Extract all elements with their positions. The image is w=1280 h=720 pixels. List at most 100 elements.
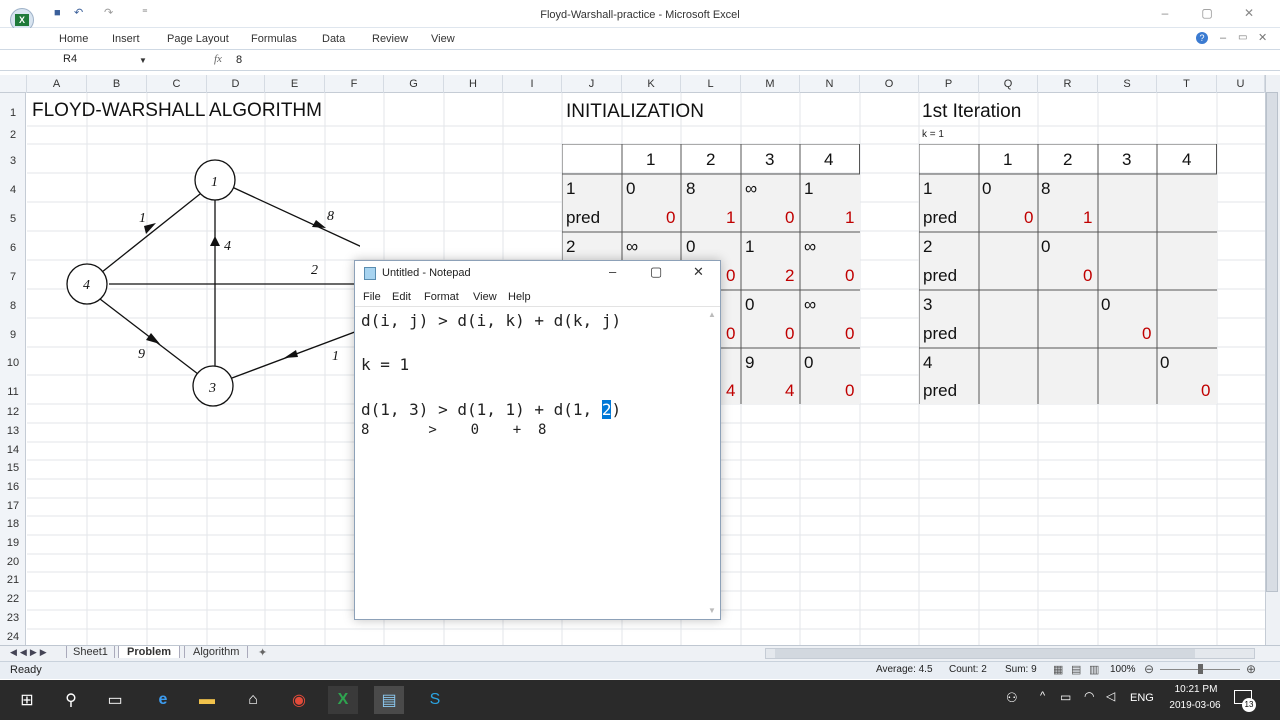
init-cell[interactable]: 0 [804,353,813,373]
col-header-c[interactable]: C [147,75,207,93]
iter-cell[interactable]: 0 [1101,295,1110,315]
init-pred-cell[interactable]: 0 [845,324,854,344]
row-header-14[interactable]: 14 [0,444,26,456]
init-col-header-3[interactable]: 3 [765,150,774,170]
row-header-1[interactable]: 1 [0,107,26,119]
init-pred-cell[interactable]: 1 [726,208,735,228]
row-header-22[interactable]: 22 [0,593,26,605]
formula-value[interactable]: 8 [236,54,242,66]
language-indicator[interactable]: ENG [1130,692,1154,704]
row-header-24[interactable]: 24 [0,631,26,643]
row-header-12[interactable]: 12 [0,406,26,418]
menu-format[interactable]: Format [424,291,459,303]
row-header-2[interactable]: 2 [0,129,26,141]
row-header-7[interactable]: 7 [0,271,26,283]
tab-data[interactable]: Data [322,33,345,45]
tray-up-icon[interactable]: ^ [1040,690,1045,702]
col-header-p[interactable]: P [919,75,979,93]
row-header-18[interactable]: 18 [0,518,26,530]
minimize-button[interactable]: – [1154,6,1176,22]
iter-cell-selected[interactable]: 8 [1041,179,1050,199]
zoom-out-icon[interactable]: ⊖ [1144,662,1154,676]
col-header-l[interactable]: L [681,75,741,93]
iteration-k-label[interactable]: k = 1 [922,129,944,140]
initialization-title[interactable]: INITIALIZATION [566,101,704,123]
tab-formulas[interactable]: Formulas [251,33,297,45]
file-explorer-icon[interactable]: ▬ [192,686,222,714]
row-header-8[interactable]: 8 [0,300,26,312]
sheet-tab-sheet1[interactable]: Sheet1 [66,646,115,658]
col-header-t[interactable]: T [1157,75,1217,93]
iter-row-label[interactable]: 3 [923,295,932,315]
row-header-15[interactable]: 15 [0,462,26,474]
iter-pred-cell[interactable]: 0 [1142,324,1151,344]
init-cell[interactable]: 0 [626,179,635,199]
fx-icon[interactable]: fx [214,53,222,65]
col-header-i[interactable]: I [503,75,562,93]
notepad-taskbar-icon[interactable]: ▤ [374,686,404,714]
iter-row-label[interactable]: 1 [923,179,932,199]
row-header-9[interactable]: 9 [0,329,26,341]
col-header-a[interactable]: A [27,75,87,93]
select-all-corner[interactable] [0,75,27,93]
col-header-h[interactable]: H [444,75,503,93]
windows-start-icon[interactable]: ⊞ [12,686,42,714]
init-cell[interactable]: 0 [686,237,695,257]
name-box[interactable]: R4 [8,53,148,68]
name-box-dropdown-icon[interactable]: ▼ [139,56,147,65]
iter-pred-cell[interactable]: 0 [1083,266,1092,286]
init-cell[interactable]: 1 [804,179,813,199]
menu-view[interactable]: View [473,291,497,303]
notepad-close-button[interactable]: ✕ [693,264,704,280]
menu-edit[interactable]: Edit [392,291,411,303]
col-header-j[interactable]: J [562,75,622,93]
row-header-20[interactable]: 20 [0,556,26,568]
init-pred-cell[interactable]: 0 [726,266,735,286]
col-header-f[interactable]: F [325,75,384,93]
row-header-6[interactable]: 6 [0,242,26,254]
init-col-header-1[interactable]: 1 [646,150,655,170]
iter-pred-cell[interactable]: 0 [1024,208,1033,228]
page-break-view-icon[interactable]: ▥ [1089,663,1099,676]
normal-view-icon[interactable]: ▦ [1053,663,1063,676]
zoom-slider-thumb[interactable] [1198,664,1203,674]
zoom-in-icon[interactable]: ⊕ [1246,662,1256,676]
edge-browser-icon[interactable]: e [148,686,178,714]
tab-view[interactable]: View [431,33,455,45]
row-header-21[interactable]: 21 [0,574,26,586]
init-cell[interactable]: 8 [686,179,695,199]
init-pred-cell[interactable]: 1 [845,208,854,228]
col-header-k[interactable]: K [622,75,681,93]
iter-col-header-1[interactable]: 1 [1003,150,1012,170]
notepad-maximize-button[interactable]: ▢ [650,264,662,280]
iter-pred-label[interactable]: pred [923,266,957,286]
people-icon[interactable]: ⚇ [1006,690,1018,706]
col-header-d[interactable]: D [207,75,265,93]
col-header-u[interactable]: U [1217,75,1265,93]
init-col-header-2[interactable]: 2 [706,150,715,170]
notepad-minimize-button[interactable]: – [609,264,616,279]
help-icon[interactable]: ? [1196,32,1208,44]
search-icon[interactable]: ⚲ [56,686,86,714]
sheet-nav-arrows-icon[interactable]: ◀◀▶▶ [10,647,50,658]
graph-diagram[interactable]: 1 4 3 1 8 4 2 9 1 [60,150,360,415]
init-pred-cell[interactable]: 2 [785,266,794,286]
tab-page-layout[interactable]: Page Layout [167,33,229,45]
iter-col-header-4[interactable]: 4 [1182,150,1191,170]
task-view-icon[interactable]: ▭ [100,686,130,714]
row-header-16[interactable]: 16 [0,481,26,493]
row-header-4[interactable]: 4 [0,184,26,196]
row-header-13[interactable]: 13 [0,425,26,437]
workbook-close-icon[interactable]: ✕ [1258,31,1267,44]
vertical-scroll-thumb[interactable] [1266,92,1278,592]
maximize-button[interactable]: ▢ [1196,6,1218,22]
init-pred-cell[interactable]: 0 [785,208,794,228]
init-pred-cell[interactable]: 0 [666,208,675,228]
row-header-10[interactable]: 10 [0,357,26,369]
iter-pred-label[interactable]: pred [923,324,957,344]
iter-row-label[interactable]: 2 [923,237,932,257]
col-header-e[interactable]: E [265,75,325,93]
init-cell[interactable]: 1 [745,237,754,257]
iter-pred-label[interactable]: pred [923,208,957,228]
init-pred-cell[interactable]: 4 [726,381,735,401]
